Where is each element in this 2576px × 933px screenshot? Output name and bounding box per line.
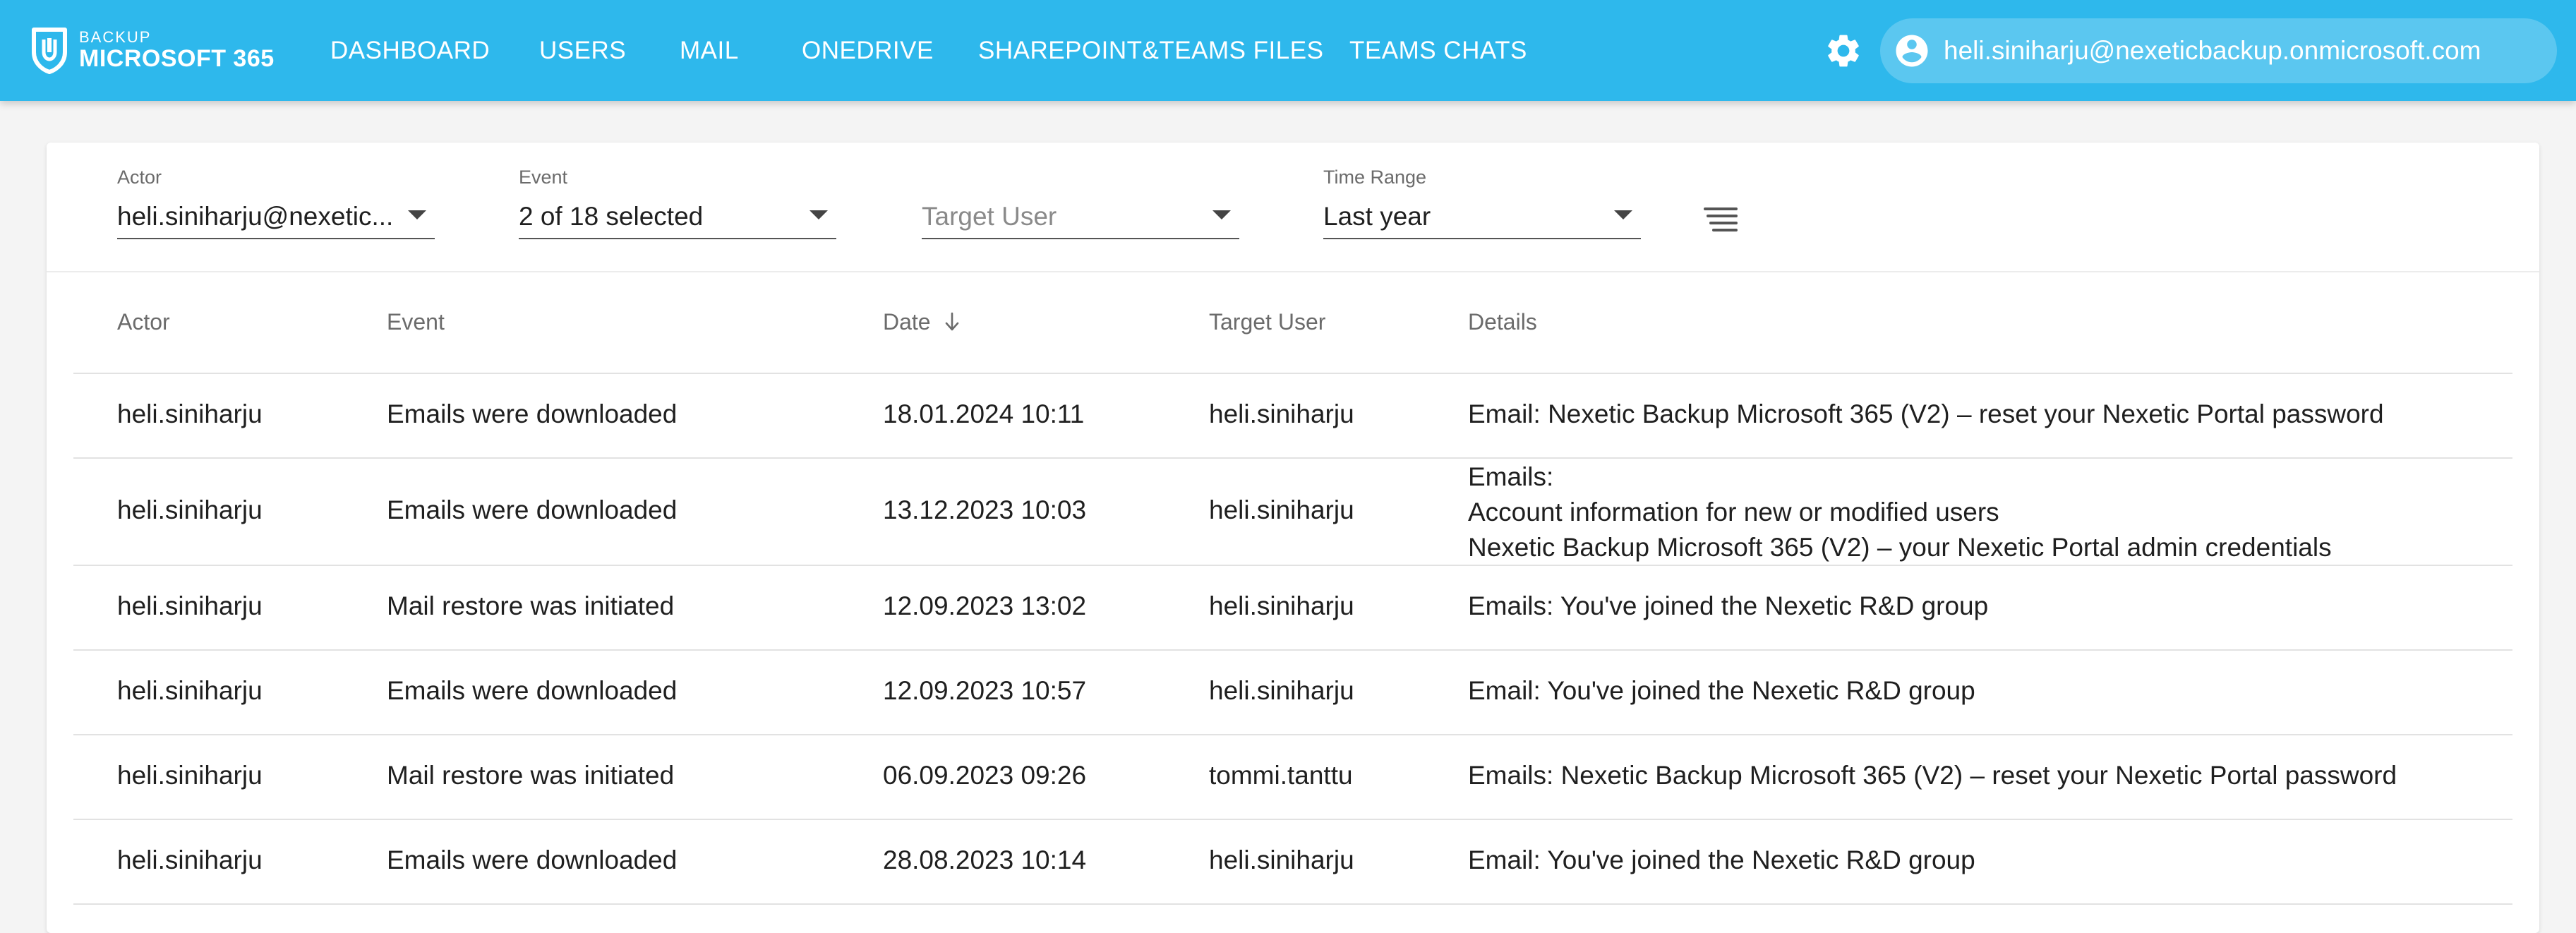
details-line: Account information for new or modified … <box>1468 498 1999 526</box>
account-circle-icon <box>1896 35 1928 67</box>
cell-event: Emails were downloaded <box>387 845 678 874</box>
cell-target-user: heli.siniharju <box>1209 591 1354 620</box>
column-header-actor[interactable]: Actor <box>117 309 170 335</box>
nav-mail[interactable]: MAIL <box>680 0 739 101</box>
column-header-target-user[interactable]: Target User <box>1209 309 1325 335</box>
user-email: heli.siniharju@nexeticbackup.onmicrosoft… <box>1944 36 2481 65</box>
cell-actor: heli.siniharju <box>117 761 263 790</box>
cell-date: 12.09.2023 10:57 <box>883 676 1087 705</box>
arrow-down-icon <box>946 312 959 331</box>
cell-target-user: heli.siniharju <box>1209 845 1354 874</box>
cell-details: Email: You've joined the Nexetic R&D gro… <box>1468 845 1975 874</box>
account-menu-button[interactable]: heli.siniharju@nexeticbackup.onmicrosoft… <box>1880 18 2557 83</box>
cell-actor: heli.siniharju <box>117 591 263 620</box>
table-row[interactable]: heli.siniharju Emails were downloaded 28… <box>73 820 2512 905</box>
top-app-bar: BACKUP MICROSOFT 365 DASHBOARD USERS MAI… <box>0 0 2576 101</box>
table-row[interactable]: heli.siniharju Mail restore was initiate… <box>73 566 2512 651</box>
shield-logo-icon <box>32 28 67 74</box>
cell-target-user: heli.siniharju <box>1209 676 1354 705</box>
cell-details: Emails: Nexetic Backup Microsoft 365 (V2… <box>1468 761 2397 790</box>
time-range-filter-value: Last year <box>1323 202 1431 231</box>
caret-down-icon <box>408 210 426 219</box>
cell-date: 18.01.2024 10:11 <box>883 399 1085 428</box>
details-line: Nexetic Backup Microsoft 365 (V2) – your… <box>1468 533 2332 562</box>
filter-lines-icon[interactable] <box>1704 207 1738 231</box>
target-user-filter-placeholder: Target User <box>922 202 1057 231</box>
cell-event: Emails were downloaded <box>387 495 678 524</box>
table-row[interactable]: heli.siniharju Emails were downloaded 13… <box>73 459 2512 566</box>
cell-details: Email: Nexetic Backup Microsoft 365 (V2)… <box>1468 399 2384 428</box>
details-line: Emails: <box>1468 462 1554 491</box>
target-user-filter-underline <box>922 238 1239 239</box>
event-filter-underline <box>519 238 836 239</box>
cell-date: 13.12.2023 10:03 <box>883 495 1087 524</box>
brand-small-text: BACKUP <box>79 28 152 46</box>
brand-text: BACKUP MICROSOFT 365 <box>79 30 275 71</box>
cell-actor: heli.siniharju <box>117 676 263 705</box>
cell-date: 28.08.2023 10:14 <box>883 845 1087 874</box>
brand-logo[interactable]: BACKUP MICROSOFT 365 <box>28 25 275 75</box>
cell-actor: heli.siniharju <box>117 845 263 874</box>
nav-dashboard[interactable]: DASHBOARD <box>330 0 490 101</box>
cell-target-user: tommi.tanttu <box>1209 761 1353 790</box>
cell-target-user: heli.siniharju <box>1209 399 1354 428</box>
cell-event: Mail restore was initiated <box>387 591 675 620</box>
caret-down-icon <box>1212 210 1231 219</box>
cell-details: Email: You've joined the Nexetic R&D gro… <box>1468 676 1975 705</box>
time-range-filter-underline <box>1323 238 1641 239</box>
nav-teams-chats[interactable]: TEAMS CHATS <box>1349 0 1527 101</box>
caret-down-icon <box>809 210 828 219</box>
cell-event: Emails were downloaded <box>387 676 678 705</box>
nav-sharepoint-teams-files[interactable]: SHAREPOINT&TEAMS FILES <box>978 0 1323 101</box>
gear-icon[interactable] <box>1824 31 1863 71</box>
cell-event: Emails were downloaded <box>387 399 678 428</box>
cell-actor: heli.siniharju <box>117 495 263 524</box>
table-row[interactable]: heli.siniharju Emails were downloaded 18… <box>73 374 2512 459</box>
table-row[interactable]: heli.siniharju Emails were downloaded 12… <box>73 651 2512 735</box>
event-filter-label: Event <box>519 167 568 188</box>
caret-down-icon <box>1614 210 1632 219</box>
audit-log-card: Actor heli.siniharju@nexetic... Event 2 … <box>47 143 2539 933</box>
event-filter[interactable]: Event 2 of 18 selected <box>519 165 836 243</box>
time-range-filter[interactable]: Time Range Last year <box>1323 165 1641 243</box>
actor-filter-value: heli.siniharju@nexetic... <box>117 202 394 231</box>
nav-users[interactable]: USERS <box>539 0 626 101</box>
cell-actor: heli.siniharju <box>117 399 263 428</box>
target-user-filter[interactable]: Target User <box>922 165 1239 243</box>
column-header-date[interactable]: Date <box>883 309 961 335</box>
cell-date: 12.09.2023 13:02 <box>883 591 1087 620</box>
nav-onedrive[interactable]: ONEDRIVE <box>802 0 934 101</box>
cell-event: Mail restore was initiated <box>387 761 675 790</box>
cell-details: Emails: You've joined the Nexetic R&D gr… <box>1468 591 1989 620</box>
cell-date: 06.09.2023 09:26 <box>883 761 1087 790</box>
brand-main-text: MICROSOFT 365 <box>79 45 275 72</box>
actor-filter[interactable]: Actor heli.siniharju@nexetic... <box>117 165 435 243</box>
table-header: Actor Event Date Target User Details <box>73 272 2512 374</box>
cell-target-user: heli.siniharju <box>1209 495 1354 524</box>
event-filter-value: 2 of 18 selected <box>519 202 704 231</box>
column-header-details[interactable]: Details <box>1468 309 1537 335</box>
filter-bar: Actor heli.siniharju@nexetic... Event 2 … <box>47 143 2539 272</box>
actor-filter-underline <box>117 238 435 239</box>
column-header-date-label: Date <box>883 309 931 335</box>
cell-details: Emails: Account information for new or m… <box>1468 459 2332 565</box>
time-range-filter-label: Time Range <box>1323 167 1427 188</box>
column-header-event[interactable]: Event <box>387 309 445 335</box>
table-row[interactable]: heli.siniharju Mail restore was initiate… <box>73 735 2512 820</box>
actor-filter-label: Actor <box>117 167 162 188</box>
